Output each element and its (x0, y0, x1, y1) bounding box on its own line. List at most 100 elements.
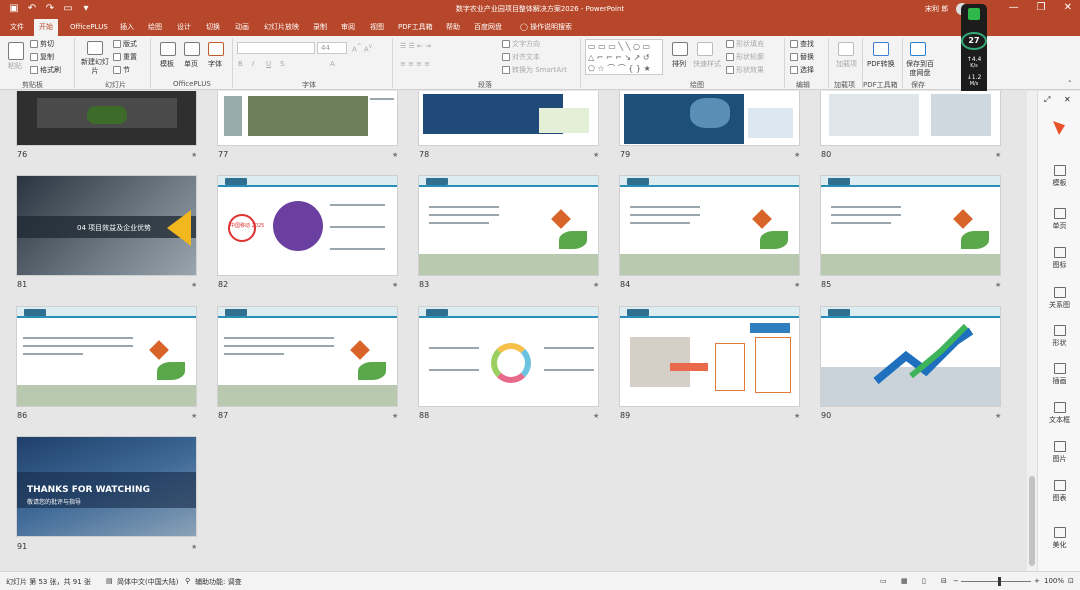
slide-sorter[interactable]: 76 ★ 77 ★ 78 ★ 79 ★ 80 ★ 04 项目效益及企业优势 81… (0, 91, 1027, 571)
new-slide-button[interactable]: 新建幻灯片 (80, 58, 110, 76)
restore-icon[interactable]: ❐ (1037, 2, 1046, 13)
section-button[interactable]: 节 (113, 66, 130, 75)
panel-item-single-page[interactable]: 单页 (1038, 208, 1080, 231)
panel-item-icons[interactable]: 图标 (1038, 247, 1080, 270)
accessibility-icon[interactable]: ⚲ (185, 577, 190, 585)
shape-fill-button[interactable]: 形状填充 (726, 40, 764, 49)
single-page-button[interactable]: 单页 (184, 60, 198, 69)
save-to-cloud-button[interactable]: 保存到百度网盘 (905, 60, 935, 78)
tab-insert[interactable]: 插入 (120, 22, 134, 32)
pdf-icon[interactable] (873, 42, 889, 56)
font-button[interactable]: 字体 (208, 60, 222, 69)
new-slide-icon[interactable] (87, 41, 103, 55)
spellcheck-icon[interactable]: ▤ (106, 577, 113, 585)
slide-thumb-91[interactable]: THANKS FOR WATCHING 敬请您的批评与指导 (16, 436, 197, 537)
find-button[interactable]: 查找 (790, 40, 814, 49)
slideshow-view-icon[interactable]: ⊟ (941, 577, 947, 585)
tab-baidu[interactable]: 百度网盘 (474, 22, 502, 32)
panel-item-illustrations[interactable]: 插画 (1038, 363, 1080, 386)
close-icon[interactable]: ✕ (1064, 95, 1071, 104)
tab-draw[interactable]: 绘图 (148, 22, 162, 32)
minimize-icon[interactable]: — (1009, 2, 1019, 13)
replace-button[interactable]: 替换 (790, 53, 814, 62)
addins-button[interactable]: 加载项 (836, 60, 857, 69)
panel-item-pictures[interactable]: 图片 (1038, 441, 1080, 464)
text-direction-button[interactable]: 文字方向 (502, 40, 540, 49)
slide-thumb-81[interactable]: 04 项目效益及企业优势 (16, 175, 197, 276)
vertical-scrollbar[interactable] (1027, 91, 1037, 571)
shield-icon[interactable] (968, 8, 980, 20)
shadow-button[interactable]: S (280, 60, 284, 69)
tab-review[interactable]: 审阅 (341, 22, 355, 32)
slide-thumb-80[interactable] (820, 91, 1001, 146)
addins-icon[interactable] (838, 42, 854, 56)
panel-item-template[interactable]: 模板 (1038, 165, 1080, 188)
grow-font-icon[interactable]: A^ Av (352, 43, 372, 54)
zoom-out-icon[interactable]: − (953, 577, 959, 585)
tab-view[interactable]: 视图 (370, 22, 384, 32)
zoom-in-icon[interactable]: + (1034, 577, 1040, 585)
pdf-convert-button[interactable]: PDF转换 (867, 60, 895, 69)
font-icon[interactable] (208, 42, 224, 56)
template-button[interactable]: 模板 (160, 60, 174, 69)
slide-thumb-83[interactable] (418, 175, 599, 276)
reading-view-icon[interactable]: ▯ (922, 577, 926, 585)
panel-item-charts[interactable]: 图表 (1038, 480, 1080, 503)
slide-thumb-88[interactable] (418, 306, 599, 407)
slide-thumb-76[interactable] (16, 91, 197, 146)
align-icons[interactable]: ≡ ≡ ≡ ≡ (400, 60, 430, 69)
slide-sorter-view-icon[interactable]: ▦ (901, 577, 908, 585)
font-size-combo[interactable]: 44 (317, 42, 347, 54)
paste-button[interactable]: 粘贴 (8, 62, 22, 71)
quick-styles-button[interactable]: 快速样式 (693, 60, 721, 69)
panel-item-relationship[interactable]: 关系图 (1038, 287, 1080, 310)
tab-design[interactable]: 设计 (177, 22, 191, 32)
zoom-slider-knob[interactable] (998, 577, 1001, 586)
expand-icon[interactable]: ⤢ (1044, 95, 1050, 105)
single-page-icon[interactable] (184, 42, 200, 56)
format-painter-button[interactable]: 格式刷 (30, 66, 61, 75)
accessibility-status[interactable]: 辅助功能: 调查 (195, 577, 242, 587)
user-name[interactable]: 宋利 郎 (925, 4, 948, 14)
baidu-cloud-icon[interactable] (910, 42, 926, 56)
slide-thumb-84[interactable] (619, 175, 800, 276)
shape-outline-button[interactable]: 形状轮廓 (726, 53, 764, 62)
tab-transitions[interactable]: 切换 (206, 22, 220, 32)
tab-record[interactable]: 录制 (313, 22, 327, 32)
layout-button[interactable]: 版式 (113, 40, 137, 49)
cut-button[interactable]: 剪切 (30, 40, 54, 49)
slide-thumb-87[interactable] (217, 306, 398, 407)
tab-slideshow[interactable]: 幻灯片放映 (264, 22, 299, 32)
language-indicator[interactable]: 简体中文(中国大陆) (117, 577, 178, 587)
tab-pdf-tools[interactable]: PDF工具箱 (398, 22, 433, 32)
panel-item-textbox[interactable]: 文本框 (1038, 402, 1080, 425)
tab-home[interactable]: 开始 (34, 19, 58, 36)
zoom-level[interactable]: 100% (1044, 577, 1064, 585)
font-name-combo[interactable] (237, 42, 315, 54)
tab-help[interactable]: 帮助 (446, 22, 460, 32)
slide-thumb-82[interactable]: 中国移动 2025 (217, 175, 398, 276)
fit-to-window-icon[interactable]: ⊡ (1068, 577, 1074, 585)
zoom-slider[interactable] (961, 581, 1031, 582)
copy-button[interactable]: 复制 (30, 53, 54, 62)
shape-effects-button[interactable]: 形状效果 (726, 66, 764, 75)
tab-officeplus[interactable]: OfficePLUS (70, 22, 108, 32)
scrollbar-thumb[interactable] (1029, 476, 1035, 566)
slide-thumb-90[interactable] (820, 306, 1001, 407)
collapse-ribbon-icon[interactable]: ˄ (1068, 80, 1072, 89)
template-icon[interactable] (160, 42, 176, 56)
tab-search[interactable]: ◯ 操作说明搜索 (520, 22, 572, 32)
arrange-icon[interactable] (672, 42, 688, 56)
bullets-icon[interactable]: ☰ ☰ ⇤ ⇥ (400, 42, 431, 51)
shapes-gallery[interactable]: ▭ ▭ ▭ ╲ ╲ ○ ▭ △ ⌐ ⌐ ⌐ ↘ ↗ ↺ ⬠ ☆ ⌒ ⌒ { } ★ (585, 39, 663, 75)
smartart-button[interactable]: 转换为 SmartArt (502, 66, 567, 75)
slide-thumb-89[interactable] (619, 306, 800, 407)
arrange-button[interactable]: 排列 (672, 60, 686, 69)
slide-thumb-85[interactable] (820, 175, 1001, 276)
slide-thumb-79[interactable] (619, 91, 800, 146)
slide-thumb-78[interactable] (418, 91, 599, 146)
slide-thumb-86[interactable] (16, 306, 197, 407)
font-color-button[interactable]: A (330, 60, 335, 69)
reset-button[interactable]: 重置 (113, 53, 137, 62)
tab-file[interactable]: 文件 (10, 22, 24, 32)
